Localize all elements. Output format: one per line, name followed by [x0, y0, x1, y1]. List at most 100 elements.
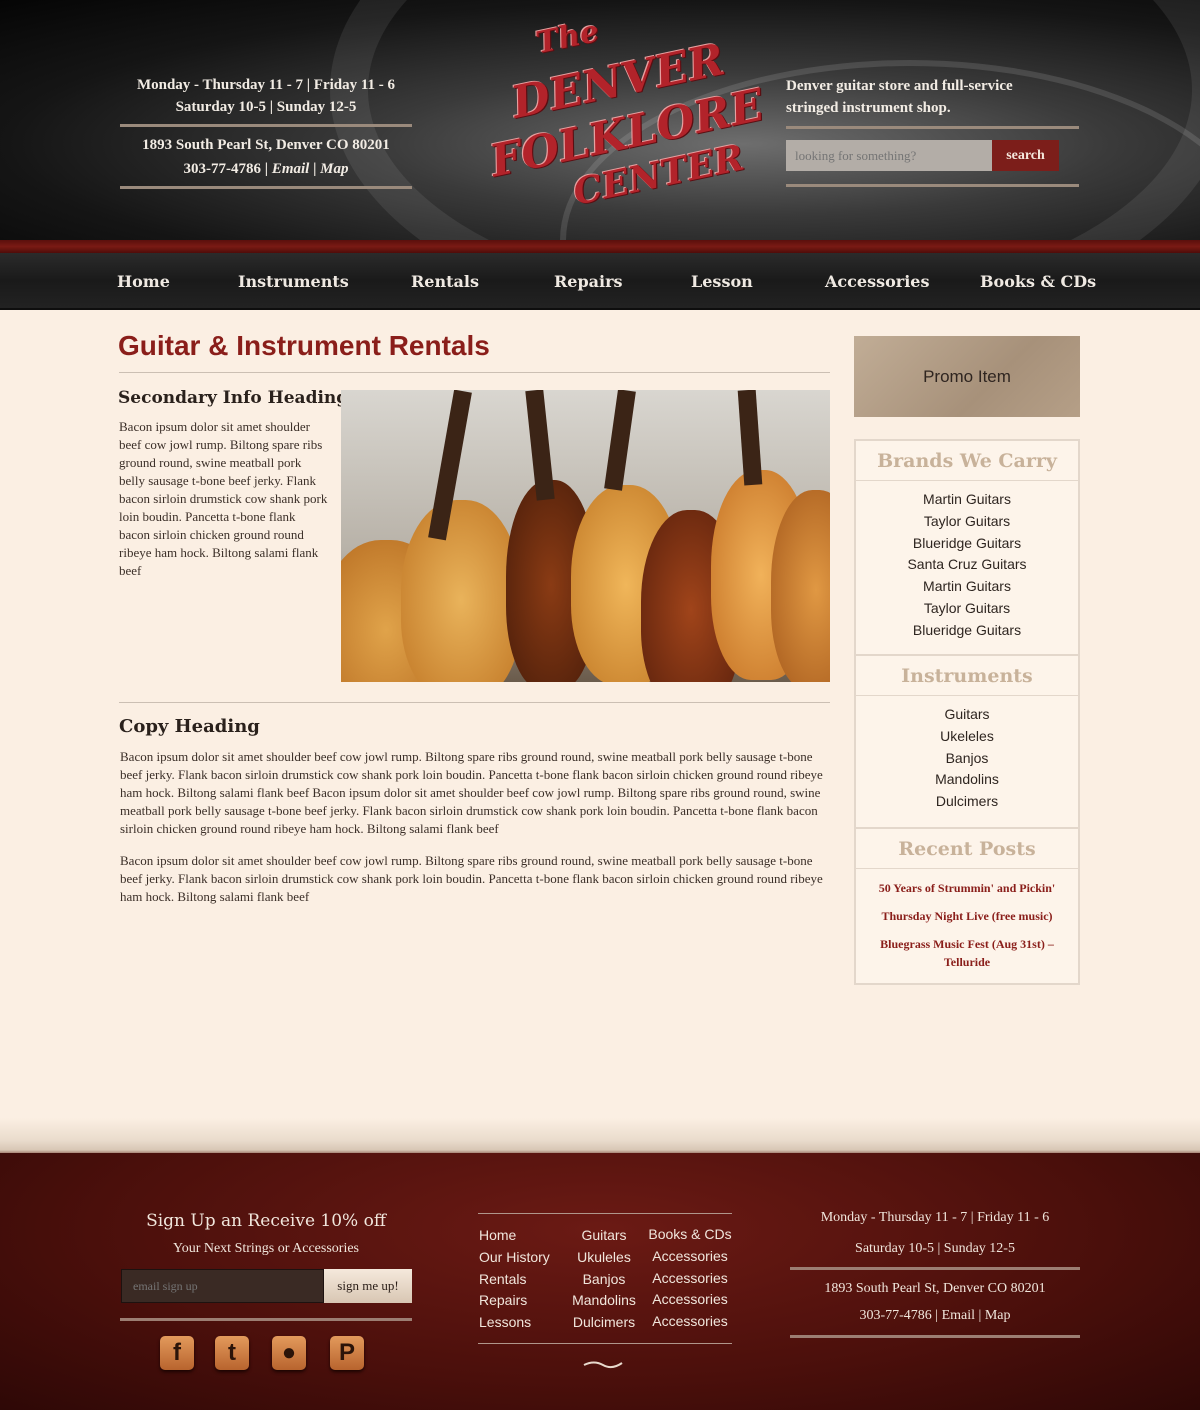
footer-link[interactable]: Dulcimers [566, 1312, 642, 1334]
brand-link[interactable]: Blueridge Guitars [856, 622, 1078, 644]
footer-link[interactable]: Our History [479, 1247, 550, 1269]
header-band [0, 240, 1200, 253]
promo-item[interactable]: Promo Item [854, 336, 1080, 417]
contact-line: 303-77-4786 | Email | Map [183, 161, 349, 177]
pandora-icon[interactable]: P [330, 1336, 364, 1370]
divider [120, 186, 412, 189]
tagline: Denver guitar store and full-service str… [786, 75, 1086, 119]
flourish-icon [583, 1361, 623, 1369]
torn-paper-edge [0, 1118, 1200, 1158]
brand-link[interactable]: Santa Cruz Guitars [856, 556, 1078, 578]
footer-map-link[interactable]: Map [985, 1308, 1011, 1323]
brands-box: Brands We Carry Martin Guitars Taylor Gu… [854, 439, 1080, 656]
divider [478, 1343, 732, 1344]
search-input[interactable] [786, 140, 992, 171]
divider [119, 372, 830, 373]
footer-link[interactable]: Guitars [566, 1225, 642, 1247]
address-text: 1893 South Pearl St, Denver CO 80201 [142, 137, 390, 153]
copy-paragraph: Bacon ipsum dolor sit amet shoulder beef… [120, 853, 823, 904]
secondary-heading: Secondary Info Heading [118, 388, 349, 408]
guitars-photo [341, 390, 830, 682]
copy-heading: Copy Heading [119, 716, 260, 737]
divider [786, 184, 1079, 187]
recent-posts-box: Recent Posts 50 Years of Strummin' and P… [854, 827, 1080, 985]
divider [478, 1213, 732, 1214]
brands-heading: Brands We Carry [856, 441, 1078, 481]
footer-address: 1893 South Pearl St, Denver CO 80201 [824, 1281, 1046, 1296]
logo-text: The [533, 13, 603, 62]
twitter-icon[interactable]: t [215, 1336, 249, 1370]
footer-link[interactable]: Lessons [479, 1312, 550, 1334]
nav-books-cds[interactable]: Books & CDs [980, 253, 1096, 310]
nav-lesson[interactable]: Lesson [691, 253, 753, 310]
phone-number: 303-77-4786 [183, 161, 262, 177]
hours-line: Saturday 10-5 | Sunday 12-5 [175, 99, 357, 115]
divider [790, 1267, 1080, 1270]
store-address: 1893 South Pearl St, Denver CO 80201 303… [120, 133, 412, 181]
instrument-link[interactable]: Banjos [856, 750, 1078, 772]
nav-home[interactable]: Home [117, 253, 170, 310]
email-link[interactable]: Email [272, 161, 310, 177]
footer-link[interactable]: Accessories [646, 1311, 734, 1333]
instrument-link[interactable]: Dulcimers [856, 793, 1078, 815]
footer-link[interactable]: Ukuleles [566, 1247, 642, 1269]
hours-line: Monday - Thursday 11 - 7 | Friday 11 - 6 [136, 77, 396, 93]
divider [786, 126, 1079, 129]
page-title: Guitar & Instrument Rentals [118, 330, 490, 361]
nav-rentals[interactable]: Rentals [411, 253, 479, 310]
copy-paragraph: Bacon ipsum dolor sit amet shoulder beef… [120, 749, 823, 836]
footer-link[interactable]: Accessories [646, 1268, 734, 1290]
instrument-link[interactable]: Mandolins [856, 771, 1078, 793]
brand-link[interactable]: Blueridge Guitars [856, 535, 1078, 557]
brand-link[interactable]: Taylor Guitars [856, 600, 1078, 622]
divider [119, 702, 830, 703]
store-hours: Monday - Thursday 11 - 7 | Friday 11 - 6… [120, 74, 412, 118]
footer-email-link[interactable]: Email [942, 1308, 975, 1323]
signup-title: Sign Up an Receive 10% off [146, 1211, 386, 1231]
footer-links-col3: Books & CDs Accessories Accessories Acce… [646, 1224, 734, 1333]
footer-links-col2: Guitars Ukuleles Banjos Mandolins Dulcim… [566, 1225, 642, 1334]
divider [790, 1335, 1080, 1338]
recent-posts-heading: Recent Posts [856, 829, 1078, 869]
post-link[interactable]: Bluegrass Music Fest (Aug 31st) – Tellur… [856, 935, 1078, 971]
footer-link[interactable]: Mandolins [566, 1290, 642, 1312]
footer-link[interactable]: Books & CDs [646, 1224, 734, 1246]
instrument-link[interactable]: Ukeleles [856, 728, 1078, 750]
site-logo[interactable]: The DENVER FOLKLORE CENTER [480, 12, 769, 224]
tagline-line: stringed instrument shop. [786, 100, 951, 116]
nav-instruments[interactable]: Instruments [238, 253, 349, 310]
flickr-icon[interactable]: ● [272, 1336, 306, 1370]
main-nav: Home Instruments Rentals Repairs Lesson … [0, 253, 1200, 310]
post-link[interactable]: 50 Years of Strummin' and Pickin' [856, 879, 1078, 897]
signup-subtitle: Your Next Strings or Accessories [172, 1241, 359, 1256]
nav-repairs[interactable]: Repairs [554, 253, 623, 310]
footer-link[interactable]: Repairs [479, 1290, 550, 1312]
footer-hours-line: Monday - Thursday 11 - 7 | Friday 11 - 6 [820, 1210, 1050, 1225]
footer-link[interactable]: Banjos [566, 1269, 642, 1291]
post-link[interactable]: Thursday Night Live (free music) [856, 907, 1078, 925]
footer-contact: 303-77-4786 | Email | Map [859, 1308, 1011, 1323]
instruments-box: Instruments Guitars Ukeleles Banjos Mand… [854, 654, 1080, 829]
site-header: Monday - Thursday 11 - 7 | Friday 11 - 6… [0, 0, 1200, 240]
footer-link[interactable]: Home [479, 1225, 550, 1247]
instruments-heading: Instruments [856, 656, 1078, 696]
instrument-link[interactable]: Guitars [856, 706, 1078, 728]
site-footer: Sign Up an Receive 10% off Your Next Str… [0, 1153, 1200, 1410]
footer-link[interactable]: Rentals [479, 1269, 550, 1291]
sign-up-button[interactable]: sign me up! [324, 1269, 412, 1303]
search-button[interactable]: search [992, 140, 1059, 171]
nav-accessories[interactable]: Accessories [825, 253, 929, 310]
brand-link[interactable]: Taylor Guitars [856, 513, 1078, 535]
secondary-body: Bacon ipsum dolor sit amet shoulder beef… [119, 419, 328, 578]
footer-link[interactable]: Accessories [646, 1289, 734, 1311]
footer-link[interactable]: Accessories [646, 1246, 734, 1268]
tagline-line: Denver guitar store and full-service [786, 78, 1013, 94]
brand-link[interactable]: Martin Guitars [856, 578, 1078, 600]
footer-links-col1: Home Our History Rentals Repairs Lessons [479, 1225, 550, 1334]
divider [120, 1318, 412, 1321]
email-signup-input[interactable] [121, 1269, 324, 1303]
footer-hours-line: Saturday 10-5 | Sunday 12-5 [855, 1241, 1015, 1256]
facebook-icon[interactable]: f [160, 1336, 194, 1370]
brand-link[interactable]: Martin Guitars [856, 491, 1078, 513]
map-link[interactable]: Map [320, 161, 348, 177]
